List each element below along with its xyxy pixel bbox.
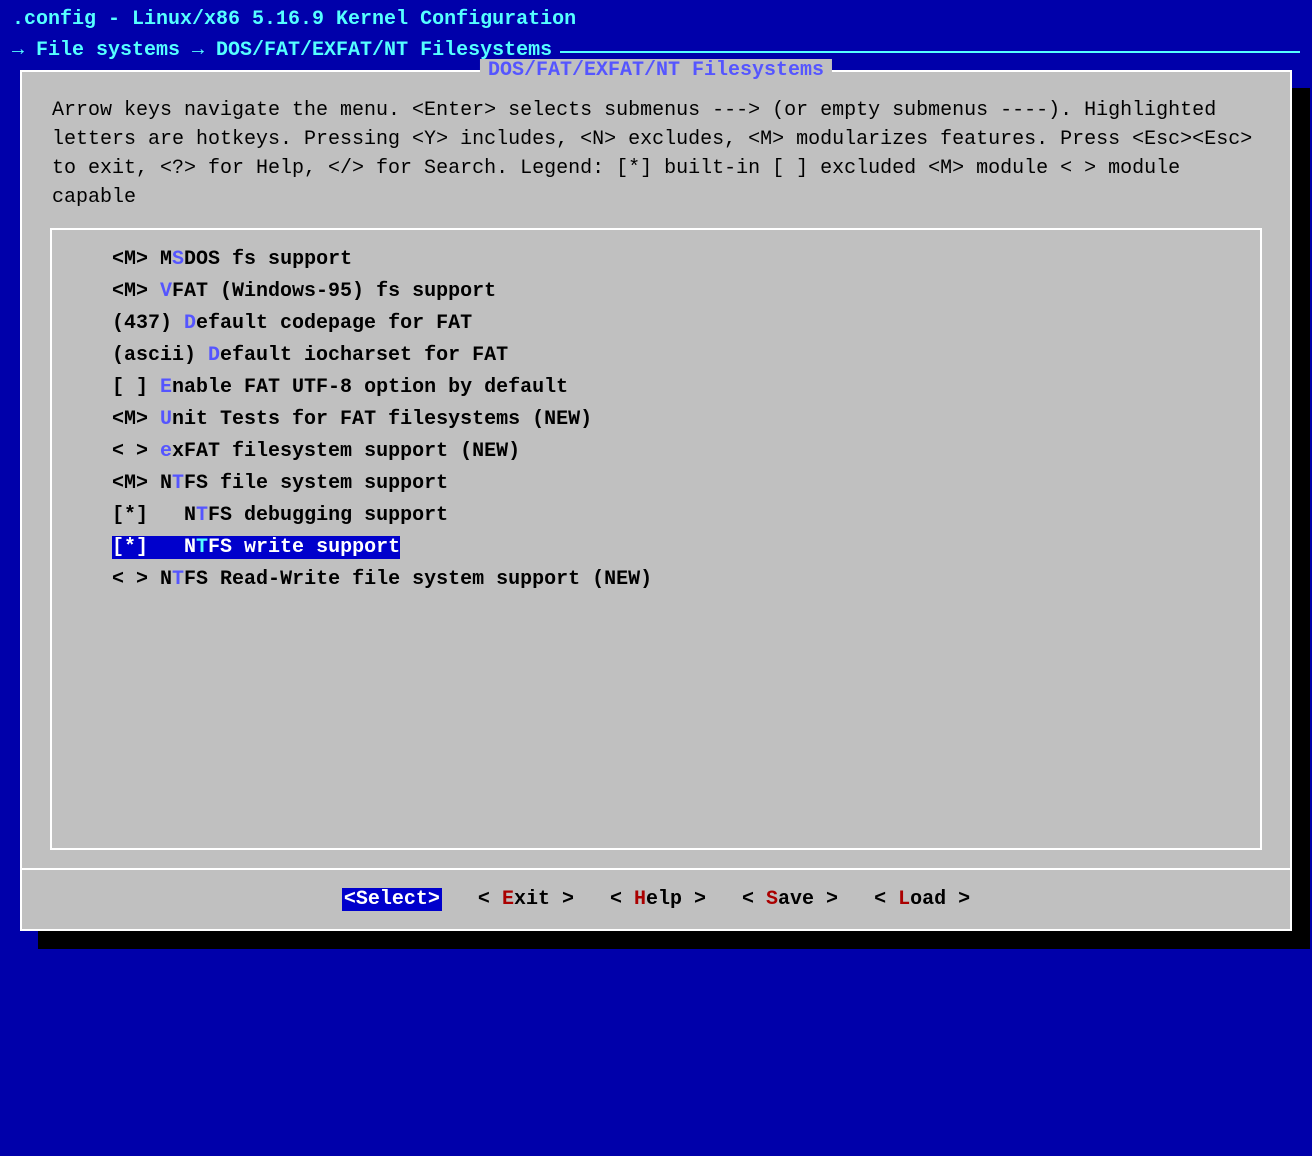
menu-item[interactable]: [ ] Enable FAT UTF-8 option by default (52, 372, 1260, 404)
item-state: < > (112, 568, 160, 591)
hotkey: e (160, 440, 172, 463)
menu-item[interactable]: <M> MSDOS fs support (52, 244, 1260, 276)
hotkey: T (196, 536, 208, 559)
item-state: < > (112, 440, 160, 463)
item-state: <M> (112, 248, 160, 271)
dialog-title: DOS/FAT/EXFAT/NT Filesystems (480, 59, 832, 82)
l-button[interactable]: < Load > (874, 888, 970, 911)
menu-item[interactable]: (437) Default codepage for FAT (52, 308, 1260, 340)
menu-item[interactable]: [*] NTFS debugging support (52, 500, 1260, 532)
menu-item[interactable]: < > NTFS Read-Write file system support … (52, 564, 1260, 596)
s-button[interactable]: < Save > (742, 888, 838, 911)
menu-item[interactable]: [*] NTFS write support (52, 532, 460, 564)
item-state: (437) (112, 312, 184, 335)
menu-item[interactable]: <M> Unit Tests for FAT filesystems (NEW) (52, 404, 1260, 436)
item-state: [*] (112, 536, 184, 559)
hotkey: V (160, 280, 172, 303)
item-state: <M> (112, 472, 160, 495)
menu-item[interactable]: (ascii) Default iocharset for FAT (52, 340, 1260, 372)
help-text: Arrow keys navigate the menu. <Enter> se… (22, 72, 1290, 228)
hotkey: T (172, 568, 184, 591)
hotkey: S (172, 248, 184, 271)
menu-list[interactable]: <M> MSDOS fs support<M> VFAT (Windows-95… (50, 228, 1262, 850)
item-state: [*] (112, 504, 184, 527)
hotkey: E (160, 376, 172, 399)
h-button[interactable]: < Help > (610, 888, 706, 911)
button-bar: <Select> < Exit > < Help > < Save > < Load > (22, 868, 1290, 929)
item-state: <M> (112, 408, 160, 431)
s-button[interactable]: <Select> (342, 888, 442, 911)
menu-item[interactable]: < > exFAT filesystem support (NEW) (52, 436, 1260, 468)
hotkey: T (172, 472, 184, 495)
dialog: DOS/FAT/EXFAT/NT Filesystems Arrow keys … (20, 70, 1292, 931)
hotkey: D (208, 344, 220, 367)
hotkey: T (196, 504, 208, 527)
menu-item[interactable]: <M> VFAT (Windows-95) fs support (52, 276, 1260, 308)
window-title: .config - Linux/x86 5.16.9 Kernel Config… (0, 0, 1312, 39)
e-button[interactable]: < Exit > (478, 888, 574, 911)
item-state: [ ] (112, 376, 160, 399)
hotkey: U (160, 408, 172, 431)
menu-item[interactable]: <M> NTFS file system support (52, 468, 1260, 500)
hotkey: D (184, 312, 196, 335)
item-state: (ascii) (112, 344, 208, 367)
item-state: <M> (112, 280, 160, 303)
